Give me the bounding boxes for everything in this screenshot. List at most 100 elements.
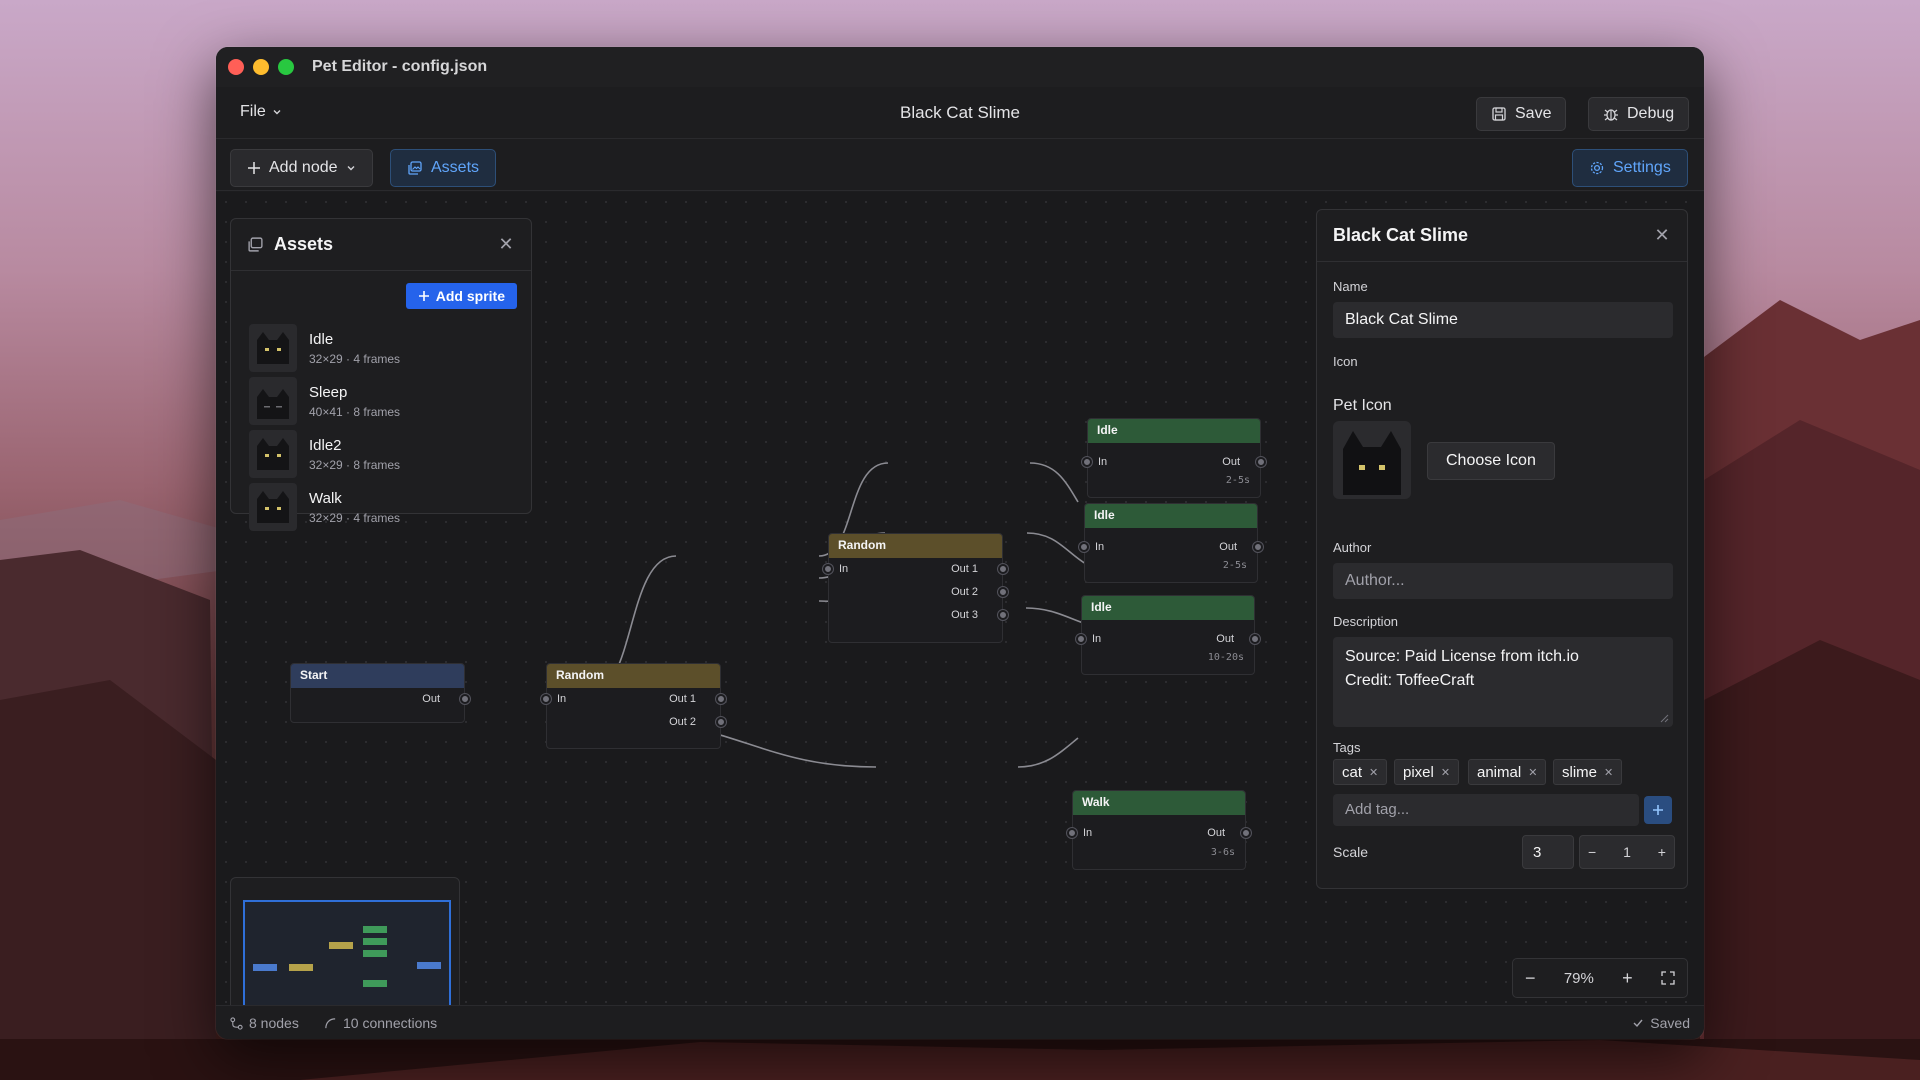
zoom-out-button[interactable]: − [1525,968,1536,989]
port-label: Out [1216,633,1234,645]
node-count-label: 8 nodes [249,1015,299,1031]
node-title: Walk [1073,791,1245,815]
port-label: Out 1 [951,563,978,575]
output-port[interactable] [1250,634,1260,644]
output-port[interactable] [998,610,1008,620]
node-start[interactable]: Start Out [290,663,470,723]
connection-icon [325,1017,336,1028]
maximize-window-button[interactable] [278,59,294,75]
bug-icon [1604,109,1618,121]
save-icon [1492,107,1506,121]
node-random[interactable]: Random In Out 1 Out 2 [541,663,726,749]
wire-idle3-out [1025,607,1087,625]
output-port[interactable] [1241,828,1251,838]
tag-chip: pixel ✕ [1394,759,1460,785]
port-label: Out [422,693,440,705]
connection-count-label: 10 connections [343,1015,438,1031]
output-port[interactable] [1253,542,1263,552]
add-tag-input[interactable]: Add tag... [1333,794,1639,826]
window-title: Pet Editor - config.json [312,58,488,75]
nodes-icon [230,1016,243,1030]
output-port[interactable] [998,587,1008,597]
tag-chip: cat ✕ [1333,759,1388,785]
tag-label: animal [1477,763,1522,781]
chevron-down-icon [347,166,355,171]
remove-tag-icon[interactable]: ✕ [1528,766,1537,779]
tag-label: pixel [1403,763,1434,781]
author-input[interactable]: Author... [1333,563,1673,599]
input-port[interactable] [1067,828,1077,838]
input-port[interactable] [1082,457,1092,467]
node-graph-canvas[interactable]: Assets ✕ Add sprite Idle 32×29 · 4 frames… [216,192,1704,1035]
name-input[interactable]: Black Cat Slime [1333,302,1673,338]
scale-input[interactable]: 3 [1522,835,1574,869]
description-textarea[interactable]: Source: Paid License from itch.io Credit… [1333,637,1673,727]
tag-chip: slime ✕ [1553,759,1623,785]
tag-list: cat ✕ pixel ✕ animal ✕ slime ✕ [1333,759,1673,785]
minimap-viewport[interactable] [243,900,451,1014]
node-idle[interactable]: Idle In Out 2-5s [1082,418,1266,498]
assets-panel: Assets ✕ Add sprite Idle 32×29 · 4 frames… [230,218,532,531]
choose-icon-button[interactable]: Choose Icon [1427,442,1555,480]
scale-increment-button[interactable]: + [1658,844,1666,860]
port-label: Out [1219,541,1237,553]
fullscreen-icon[interactable] [1661,971,1675,985]
minimize-window-button[interactable] [253,59,269,75]
debug-button[interactable]: Debug [1588,97,1690,131]
port-label: In [839,563,849,575]
close-window-button[interactable] [228,59,244,75]
assets-toggle-button[interactable]: Assets [390,149,497,187]
output-port[interactable] [716,694,726,704]
properties-panel: Black Cat Slime ✕ Name Black Cat Slime I… [1316,209,1688,889]
zoom-in-button[interactable]: + [1622,968,1633,989]
black-cat-sprite-icon [249,430,297,478]
menu-bar: File Black Cat Slime Save Debug [216,87,1704,139]
output-port[interactable] [1256,457,1266,467]
scale-decrement-button[interactable]: − [1588,844,1596,860]
scale-stepper: − 1 + [1579,835,1675,869]
remove-tag-icon[interactable]: ✕ [1441,766,1450,779]
remove-tag-icon[interactable]: ✕ [1604,766,1613,779]
debug-button-label: Debug [1627,105,1675,122]
input-port[interactable] [541,694,551,704]
properties-panel-header: Black Cat Slime [1317,210,1687,262]
pet-icon-preview [1333,421,1411,499]
port-label: In [557,693,567,705]
remove-tag-icon[interactable]: ✕ [1369,766,1378,779]
input-port[interactable] [1079,542,1089,552]
images-icon [248,237,263,252]
duration-label: 10-20s [1207,652,1244,663]
add-sprite-button[interactable]: Add sprite [405,283,517,309]
input-port[interactable] [1076,634,1086,644]
node-walk[interactable]: Walk In Out 3-6s [1067,790,1251,870]
status-bar: 8 nodes 10 connections Saved [216,1005,1704,1039]
zoom-level: 79% [1563,969,1594,987]
sprite-name: Walk [309,489,342,507]
input-port[interactable] [823,564,833,574]
output-port[interactable] [716,717,726,727]
tag-label: cat [1342,763,1363,781]
close-assets-icon[interactable]: ✕ [497,235,515,253]
sprite-item[interactable]: Idle 32×29 · 4 frames [249,323,400,373]
close-properties-icon[interactable]: ✕ [1653,226,1671,244]
node-random[interactable]: Random In Out 1 Out 2 Out 3 [823,533,1008,643]
scale-label: Scale [1333,844,1369,860]
add-node-button[interactable]: Add node [230,149,373,187]
node-idle[interactable]: Idle In Out 10-20s [1076,595,1260,675]
settings-button[interactable]: Settings [1572,149,1688,187]
sprite-item[interactable]: Idle2 32×29 · 8 frames [249,429,400,479]
sprite-item[interactable]: Sleep 40×41 · 8 frames [249,376,400,426]
sprite-name: Sleep [309,383,348,401]
node-idle[interactable]: Idle In Out 2-5s [1079,503,1263,583]
node-title: Idle [1082,596,1254,620]
duration-label: 3-6s [1210,847,1235,858]
node-title: Idle [1085,504,1257,528]
output-port[interactable] [998,564,1008,574]
sprite-item[interactable]: Walk 32×29 · 4 frames [249,482,400,532]
output-port[interactable] [460,694,470,704]
save-button[interactable]: Save [1476,97,1567,131]
resize-handle-icon[interactable] [1659,713,1669,723]
add-tag-button[interactable] [1644,796,1672,824]
wire-idle2-out [1026,532,1087,565]
connection-count: 10 connections [324,1015,437,1031]
